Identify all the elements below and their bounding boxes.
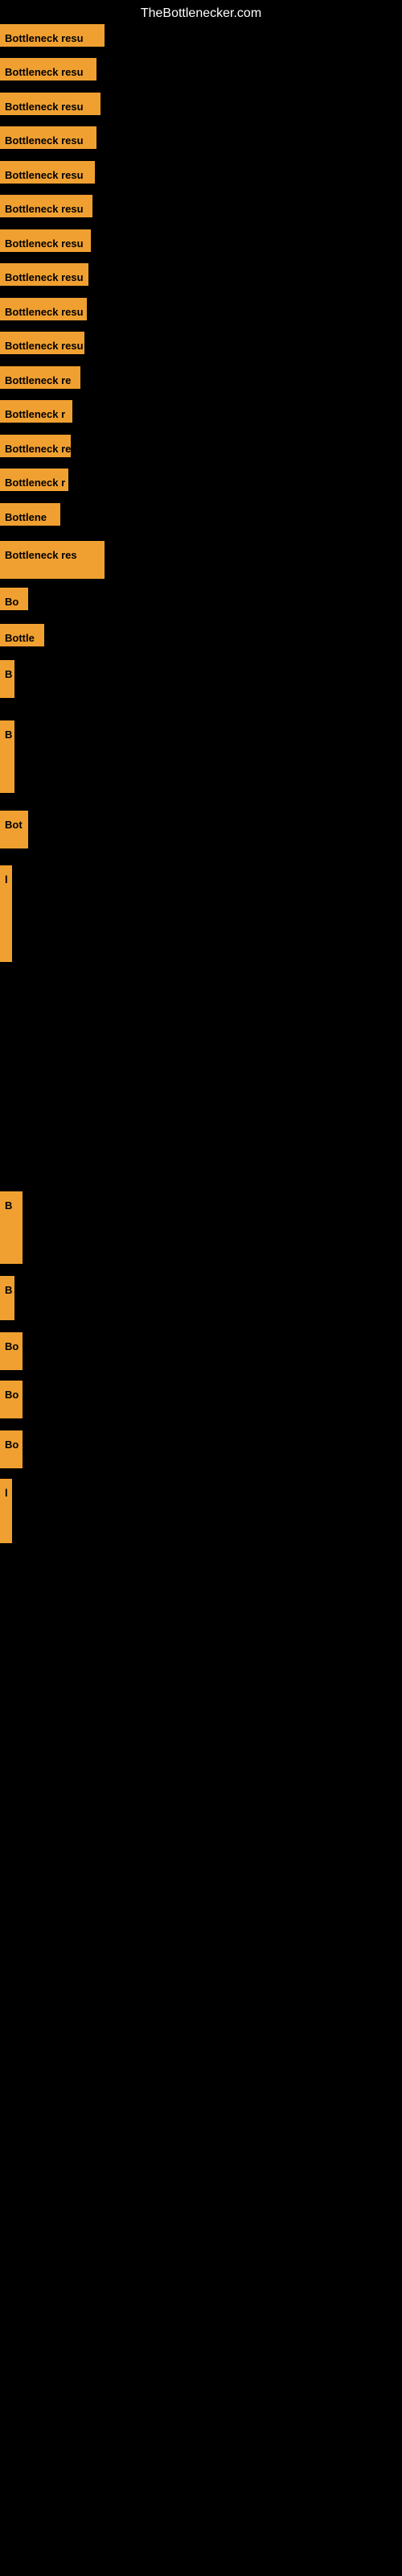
bottleneck-result-item[interactable]: Bo xyxy=(0,1381,23,1418)
bottleneck-result-item[interactable]: Bottleneck re xyxy=(0,366,80,389)
bottleneck-result-item[interactable]: B xyxy=(0,660,14,698)
bottleneck-result-item[interactable]: Bottleneck resu xyxy=(0,263,88,286)
bottleneck-result-item[interactable]: Bottleneck resu xyxy=(0,298,87,320)
bottleneck-result-item[interactable]: Bottlene xyxy=(0,503,60,526)
bottleneck-result-item[interactable]: B xyxy=(0,1276,14,1320)
bottleneck-result-item[interactable]: Bo xyxy=(0,1332,23,1370)
bottleneck-result-item[interactable]: Bottleneck re xyxy=(0,435,71,457)
bottleneck-result-item[interactable]: Bo xyxy=(0,588,28,610)
bottleneck-result-item[interactable]: Bottleneck r xyxy=(0,400,72,423)
bottleneck-result-item[interactable]: Bo xyxy=(0,1430,23,1468)
bottleneck-result-item[interactable]: Bottleneck resu xyxy=(0,161,95,184)
bottleneck-result-item[interactable]: Bottleneck resu xyxy=(0,93,100,115)
bottleneck-result-item[interactable]: Bottleneck r xyxy=(0,469,68,491)
bottleneck-result-item[interactable]: B xyxy=(0,1191,23,1264)
bottleneck-result-item[interactable]: l xyxy=(0,1479,12,1543)
bottleneck-result-item[interactable]: B xyxy=(0,720,14,793)
bottleneck-result-item[interactable]: Bottle xyxy=(0,624,44,646)
bottleneck-result-item[interactable]: Bottleneck resu xyxy=(0,195,92,217)
bottleneck-result-item[interactable]: Bottleneck resu xyxy=(0,126,96,149)
bottleneck-result-item[interactable]: Bottleneck resu xyxy=(0,229,91,252)
bottleneck-result-item[interactable]: Bot xyxy=(0,811,28,848)
bottleneck-result-item[interactable]: Bottleneck resu xyxy=(0,332,84,354)
bottleneck-result-item[interactable]: Bottleneck resu xyxy=(0,58,96,80)
bottleneck-result-item[interactable]: Bottleneck res xyxy=(0,541,105,579)
bottleneck-result-item[interactable]: l xyxy=(0,865,12,962)
bottleneck-result-item[interactable]: Bottleneck resu xyxy=(0,24,105,47)
site-title: TheBottlenecker.com xyxy=(0,0,402,27)
